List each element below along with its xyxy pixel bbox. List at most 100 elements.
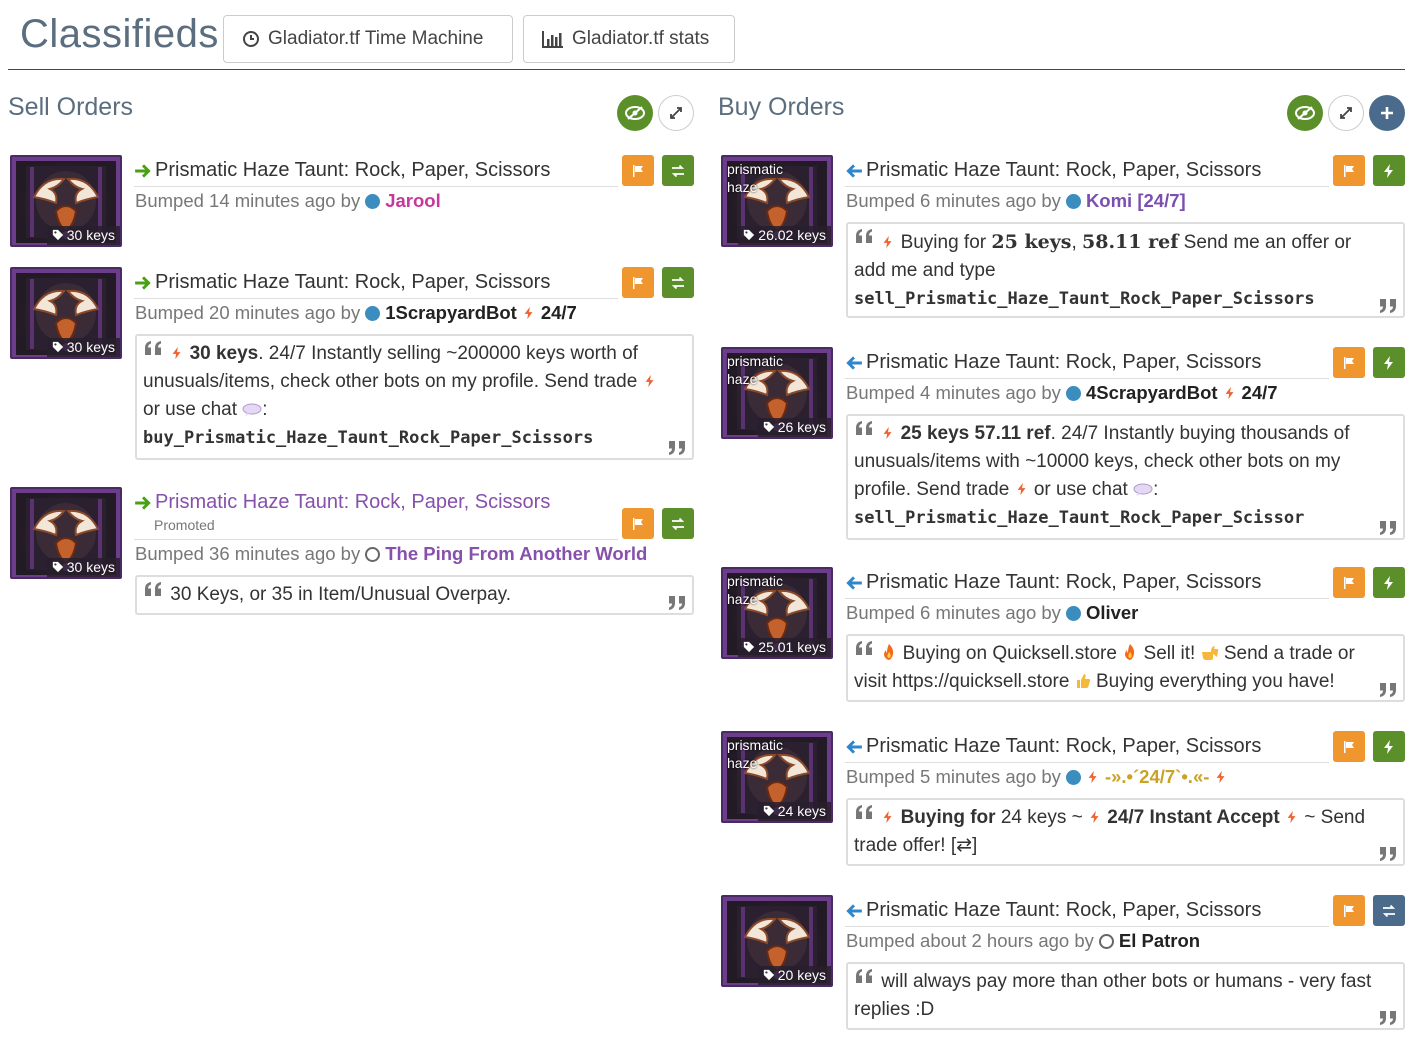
- username-link[interactable]: 4ScrapyardBot: [1086, 382, 1218, 404]
- bump-info: Bumped 20 minutes ago by 1ScrapyardBot 2…: [135, 302, 577, 324]
- thumbs-up-icon: [1075, 673, 1091, 689]
- tag-icon: [52, 561, 64, 573]
- username-link[interactable]: Jarool: [385, 190, 441, 212]
- bar-chart-icon: [542, 31, 563, 48]
- clock-icon: [243, 31, 259, 47]
- report-button[interactable]: [1333, 347, 1365, 378]
- item-name[interactable]: Prismatic Haze Taunt: Rock, Paper, Sciss…: [845, 159, 1261, 182]
- quote-close-icon: [666, 440, 686, 456]
- pointing-hand-icon: [1201, 645, 1219, 661]
- lightning-icon: [1381, 163, 1397, 179]
- expand-button[interactable]: [1328, 95, 1364, 131]
- flag-icon: [1341, 739, 1357, 755]
- username-link[interactable]: -».•´24/7`•.«-: [1105, 766, 1209, 788]
- username-link[interactable]: Komi [24/7]: [1086, 190, 1186, 212]
- page-title: Classifieds: [20, 12, 219, 56]
- promoted-label: Promoted: [154, 517, 215, 533]
- report-button[interactable]: [1333, 567, 1365, 598]
- listing-comment: Buying for 24 keys ~ 24/7 Instant Accept…: [846, 798, 1405, 866]
- sell-arrow-icon: [134, 494, 152, 512]
- item-name[interactable]: Prismatic Haze Taunt: Rock, Paper, Sciss…: [134, 491, 550, 514]
- listing-comment: Buying for 25 keys, 58.11 ref Send me an…: [846, 222, 1405, 318]
- lightning-icon: [522, 305, 536, 321]
- item-name[interactable]: Prismatic Haze Taunt: Rock, Paper, Sciss…: [845, 735, 1261, 758]
- toggle-visibility-button[interactable]: [617, 95, 653, 131]
- username-link[interactable]: El Patron: [1119, 930, 1200, 952]
- instant-trade-button[interactable]: [1373, 155, 1405, 186]
- buy-orders-title: Buy Orders: [718, 93, 845, 121]
- offline-status-dot: [365, 546, 381, 562]
- price-tag: 20 keys: [757, 966, 831, 985]
- fire-icon: [1122, 643, 1138, 661]
- trade-button[interactable]: [662, 155, 694, 186]
- online-status-dot: [1065, 605, 1081, 621]
- trade-button[interactable]: [1373, 895, 1405, 926]
- stats-button[interactable]: Gladiator.tf stats: [523, 15, 735, 63]
- instant-trade-button[interactable]: [1373, 567, 1405, 598]
- item-thumbnail[interactable]: prismatic haze 25.01 keys: [721, 567, 833, 659]
- lightning-icon: [1015, 481, 1029, 497]
- offline-status-dot: [1098, 933, 1114, 949]
- online-status-dot: [365, 305, 381, 321]
- effect-label: prismatic haze: [727, 161, 784, 195]
- listing-comment: Buying on Quicksell.store Sell it! Send …: [846, 634, 1405, 702]
- item-thumbnail[interactable]: 30 keys: [10, 267, 122, 359]
- item-name[interactable]: Prismatic Haze Taunt: Rock, Paper, Sciss…: [134, 271, 550, 294]
- expand-icon: [1340, 107, 1352, 119]
- sell-listing: 30 keys Prismatic Haze Taunt: Rock, Pape…: [10, 155, 694, 247]
- item-thumbnail[interactable]: prismatic haze 26.02 keys: [721, 155, 833, 247]
- instant-trade-button[interactable]: [1373, 347, 1405, 378]
- item-thumbnail[interactable]: 20 keys: [721, 895, 833, 987]
- flag-icon: [1341, 903, 1357, 919]
- item-name[interactable]: Prismatic Haze Taunt: Rock, Paper, Sciss…: [845, 351, 1261, 374]
- lightning-icon: [1086, 769, 1100, 785]
- item-thumbnail[interactable]: prismatic haze 26 keys: [721, 347, 833, 439]
- quote-close-icon: [1377, 298, 1397, 314]
- report-button[interactable]: [622, 508, 654, 539]
- report-button[interactable]: [1333, 731, 1365, 762]
- item-name[interactable]: Prismatic Haze Taunt: Rock, Paper, Sciss…: [134, 159, 550, 182]
- lightning-icon: [1381, 575, 1397, 591]
- item-thumbnail[interactable]: 30 keys: [10, 155, 122, 247]
- report-button[interactable]: [1333, 895, 1365, 926]
- lightning-icon: [1214, 769, 1228, 785]
- instant-trade-button[interactable]: [1373, 731, 1405, 762]
- item-name[interactable]: Prismatic Haze Taunt: Rock, Paper, Sciss…: [845, 571, 1261, 594]
- tag-icon: [52, 341, 64, 353]
- flag-icon: [630, 516, 646, 532]
- tag-icon: [763, 421, 775, 433]
- price-tag: 24 keys: [757, 802, 831, 821]
- flag-icon: [1341, 355, 1357, 371]
- report-button[interactable]: [622, 155, 654, 186]
- expand-button[interactable]: [658, 95, 694, 131]
- buy-arrow-icon: [845, 162, 863, 180]
- price-tag: 26 keys: [757, 418, 831, 437]
- flag-icon: [630, 275, 646, 291]
- expand-icon: [670, 107, 682, 119]
- item-thumbnail[interactable]: 30 keys: [10, 487, 122, 579]
- flag-icon: [1341, 163, 1357, 179]
- item-name[interactable]: Prismatic Haze Taunt: Rock, Paper, Sciss…: [845, 899, 1261, 922]
- toggle-visibility-button[interactable]: [1287, 95, 1323, 131]
- item-thumbnail[interactable]: prismatic haze 24 keys: [721, 731, 833, 823]
- sell-listing: 30 keys Prismatic Haze Taunt: Rock, Pape…: [10, 487, 694, 617]
- trade-button[interactable]: [662, 267, 694, 298]
- time-machine-button[interactable]: Gladiator.tf Time Machine: [223, 15, 513, 63]
- report-button[interactable]: [1333, 155, 1365, 186]
- online-status-dot: [1065, 385, 1081, 401]
- lightning-icon: [1088, 809, 1102, 825]
- bump-info: Bumped 14 minutes ago by Jarool: [135, 190, 441, 212]
- chat-bubble-icon: [1133, 483, 1153, 497]
- classifieds-header: Classifieds Gladiator.tf Time Machine Gl…: [8, 0, 1405, 70]
- username-link[interactable]: 1ScrapyardBot: [385, 302, 517, 324]
- divider: [845, 186, 1329, 187]
- bump-info: Bumped 6 minutes ago by Oliver: [846, 602, 1139, 624]
- add-listing-button[interactable]: [1369, 95, 1405, 131]
- report-button[interactable]: [622, 267, 654, 298]
- divider: [845, 762, 1329, 763]
- flag-icon: [630, 163, 646, 179]
- divider: [134, 539, 618, 540]
- username-link[interactable]: The Ping From Another World: [385, 543, 647, 565]
- username-link[interactable]: Oliver: [1086, 602, 1138, 624]
- trade-button[interactable]: [662, 508, 694, 539]
